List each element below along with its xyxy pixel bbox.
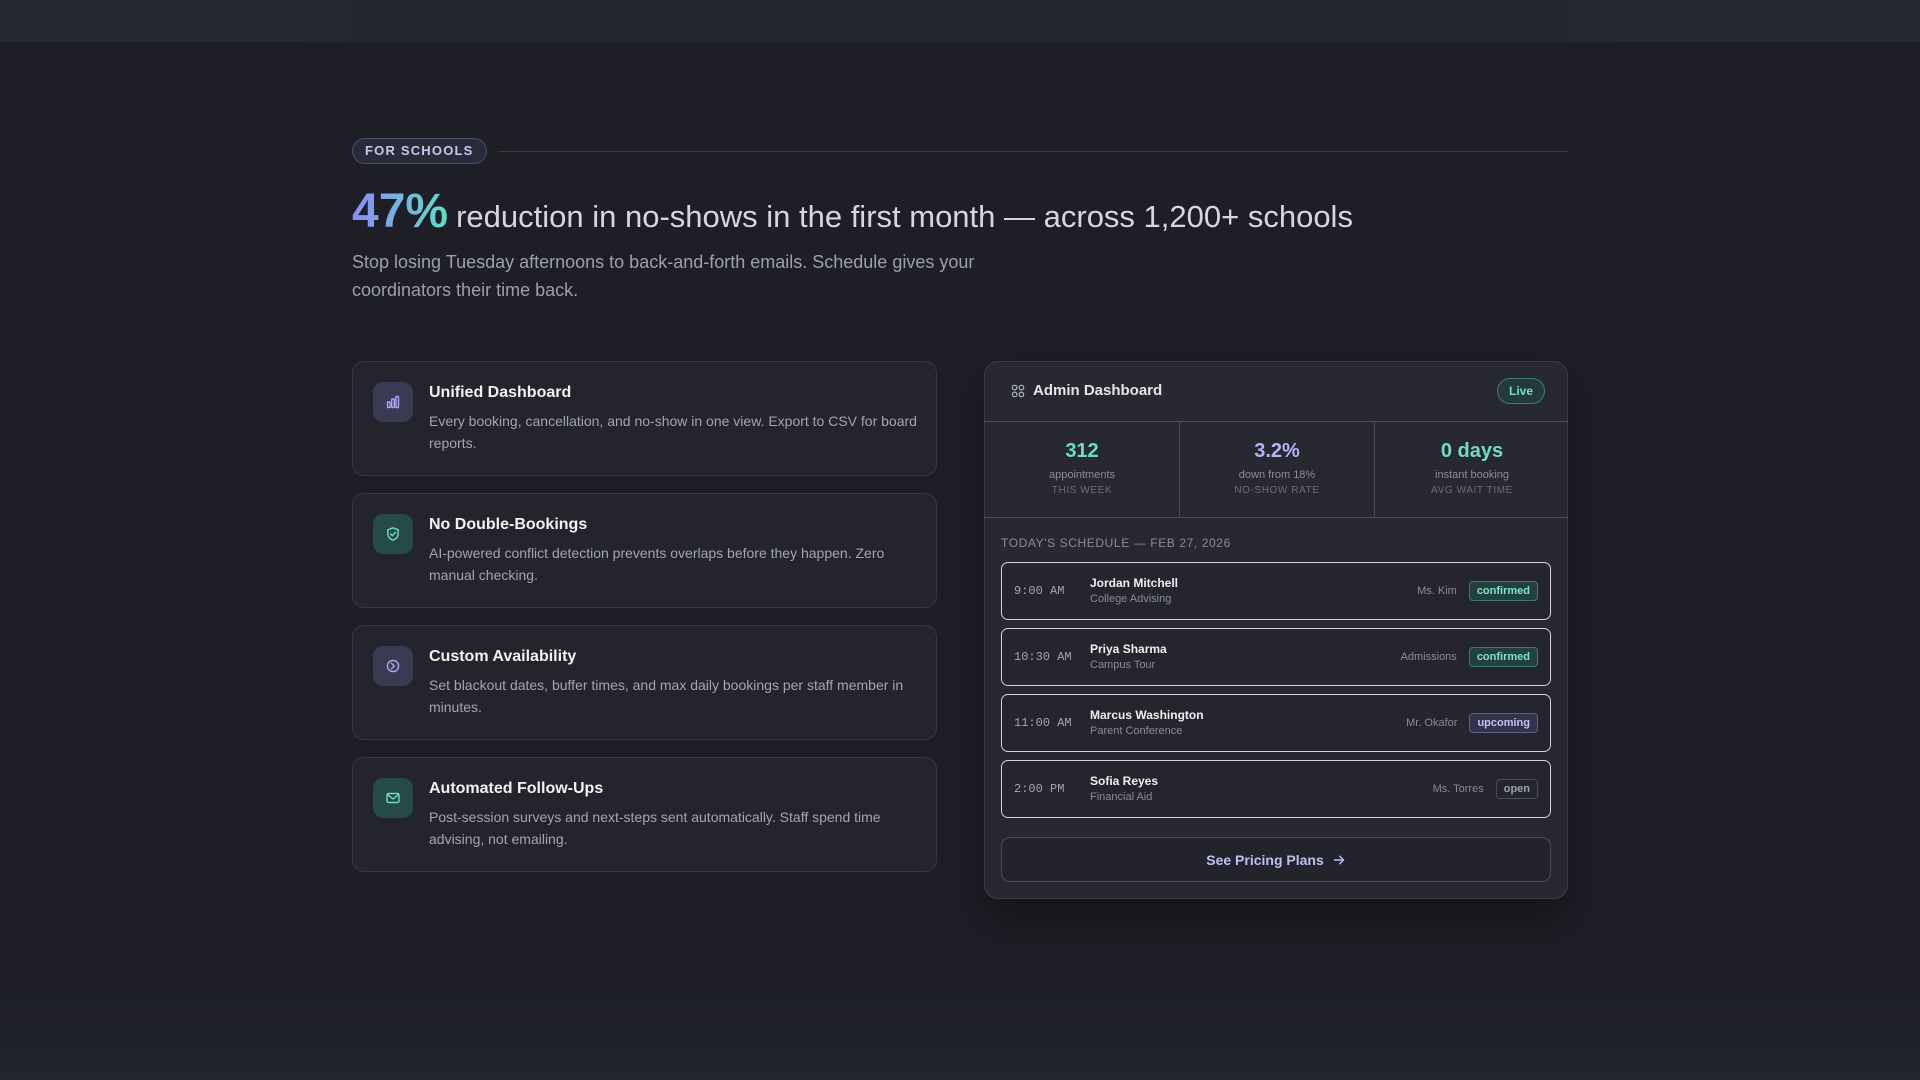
feature-title: Unified Dashboard bbox=[429, 384, 572, 401]
dashboard-header: Admin Dashboard Live bbox=[985, 362, 1567, 422]
row-meta: Ms. Torres open bbox=[1433, 779, 1538, 799]
stat-caption: AVG WAIT TIME bbox=[1431, 485, 1513, 496]
schedule-label: TODAY'S SCHEDULE — FEB 27, 2026 bbox=[1001, 536, 1231, 550]
schedule-row[interactable]: 9:00 AM Jordan Mitchell College Advising… bbox=[1001, 562, 1551, 620]
feature-description: AI-powered conflict detection prevents o… bbox=[429, 545, 885, 583]
row-appointment-type: Financial Aid bbox=[1090, 791, 1153, 803]
stat-label: appointments bbox=[1048, 469, 1116, 481]
eyebrow-divider bbox=[498, 150, 1568, 152]
bar-chart-icon bbox=[373, 382, 413, 422]
stat-caption: NO-SHOW RATE bbox=[1234, 485, 1320, 496]
eyebrow-row: FOR SCHOOLS bbox=[352, 138, 1568, 164]
status-badge: confirmed bbox=[1468, 647, 1538, 667]
mail-icon bbox=[373, 778, 413, 818]
feature-card-automated-follow-ups: Automated Follow-Ups Post-session survey… bbox=[352, 757, 937, 872]
row-time: 11:00 AM bbox=[1014, 716, 1072, 730]
stat-value: 3.2% bbox=[1254, 440, 1300, 462]
feature-description: Every booking, cancellation, and no-show… bbox=[429, 413, 917, 451]
headline-text: reduction in no-shows in the first month… bbox=[456, 199, 1353, 234]
row-appointment-type: Parent Conference bbox=[1090, 725, 1183, 737]
headline-stat: 47% bbox=[352, 185, 449, 238]
row-student-name: Jordan Mitchell bbox=[1090, 576, 1179, 590]
stat-label: down from 18% bbox=[1238, 469, 1316, 481]
schedule-row[interactable]: 11:00 AM Marcus Washington Parent Confer… bbox=[1001, 694, 1551, 752]
row-appointment-type: College Advising bbox=[1090, 593, 1172, 605]
row-staff: Admissions bbox=[1400, 651, 1457, 663]
shield-check-icon bbox=[373, 514, 413, 554]
row-time: 9:00 AM bbox=[1014, 584, 1065, 598]
see-pricing-plans-button[interactable]: See Pricing Plans bbox=[1001, 837, 1551, 882]
row-student-name: Marcus Washington bbox=[1090, 708, 1204, 722]
arrow-right-icon bbox=[1332, 853, 1346, 867]
stat-value: 0 days bbox=[1440, 440, 1504, 462]
status-badge: confirmed bbox=[1468, 581, 1538, 601]
clock-icon bbox=[373, 646, 413, 686]
row-student-name: Sofia Reyes bbox=[1090, 774, 1159, 788]
stat-no-show-rate: 3.2% down from 18% NO-SHOW RATE bbox=[1180, 422, 1375, 517]
schedule-row[interactable]: 10:30 AM Priya Sharma Campus Tour Admiss… bbox=[1001, 628, 1551, 686]
dashboard-title: Admin Dashboard bbox=[1033, 382, 1163, 399]
row-staff: Ms. Torres bbox=[1432, 783, 1484, 795]
feature-list: Unified Dashboard Every booking, cancell… bbox=[352, 361, 937, 889]
row-appointment-type: Campus Tour bbox=[1090, 659, 1156, 671]
row-student-name: Priya Sharma bbox=[1090, 642, 1167, 656]
status-badge: upcoming bbox=[1469, 713, 1538, 733]
feature-card-no-double-bookings: No Double-Bookings AI-powered conflict d… bbox=[352, 493, 937, 608]
schedule-row[interactable]: 2:00 PM Sofia Reyes Financial Aid Ms. To… bbox=[1001, 760, 1551, 818]
feature-title: Custom Availability bbox=[429, 648, 577, 665]
feature-title: Automated Follow-Ups bbox=[429, 780, 604, 797]
grid-icon bbox=[1011, 384, 1025, 398]
headline: 47% reduction in no-shows in the first mo… bbox=[352, 184, 1568, 239]
stat-caption: THIS WEEK bbox=[1051, 485, 1113, 496]
eyebrow-badge: FOR SCHOOLS bbox=[352, 138, 487, 164]
pricing-button-label: See Pricing Plans bbox=[1206, 851, 1324, 868]
stat-label: instant booking bbox=[1435, 469, 1509, 481]
top-bar bbox=[0, 0, 1920, 42]
feature-description: Set blackout dates, buffer times, and ma… bbox=[429, 677, 904, 715]
stat-avg-wait-time: 0 days instant booking AVG WAIT TIME bbox=[1375, 422, 1567, 517]
schedule-list: 9:00 AM Jordan Mitchell College Advising… bbox=[1001, 562, 1551, 826]
row-time: 2:00 PM bbox=[1014, 782, 1065, 796]
stats-row: 312 appointments THIS WEEK 3.2% down fro… bbox=[985, 422, 1567, 518]
feature-description: Post-session surveys and next-steps sent… bbox=[429, 809, 881, 847]
admin-dashboard-card: Admin Dashboard Live 312 appointments TH… bbox=[984, 361, 1568, 899]
feature-card-custom-availability: Custom Availability Set blackout dates, … bbox=[352, 625, 937, 740]
row-time: 10:30 AM bbox=[1014, 650, 1072, 664]
row-meta: Ms. Kim confirmed bbox=[1417, 581, 1538, 601]
row-staff: Mr. Okafor bbox=[1406, 717, 1458, 729]
live-badge: Live bbox=[1496, 378, 1545, 404]
status-badge: open bbox=[1495, 779, 1538, 799]
subtitle: Stop losing Tuesday afternoons to back-a… bbox=[352, 252, 975, 300]
feature-title: No Double-Bookings bbox=[429, 516, 588, 533]
row-meta: Admissions confirmed bbox=[1401, 647, 1538, 667]
row-staff: Ms. Kim bbox=[1417, 585, 1457, 597]
row-meta: Mr. Okafor upcoming bbox=[1406, 713, 1538, 733]
stat-appointments: 312 appointments THIS WEEK bbox=[985, 422, 1180, 517]
feature-card-unified-dashboard: Unified Dashboard Every booking, cancell… bbox=[352, 361, 937, 476]
bottom-glow bbox=[0, 990, 1920, 1080]
stat-value: 312 bbox=[1065, 440, 1099, 462]
